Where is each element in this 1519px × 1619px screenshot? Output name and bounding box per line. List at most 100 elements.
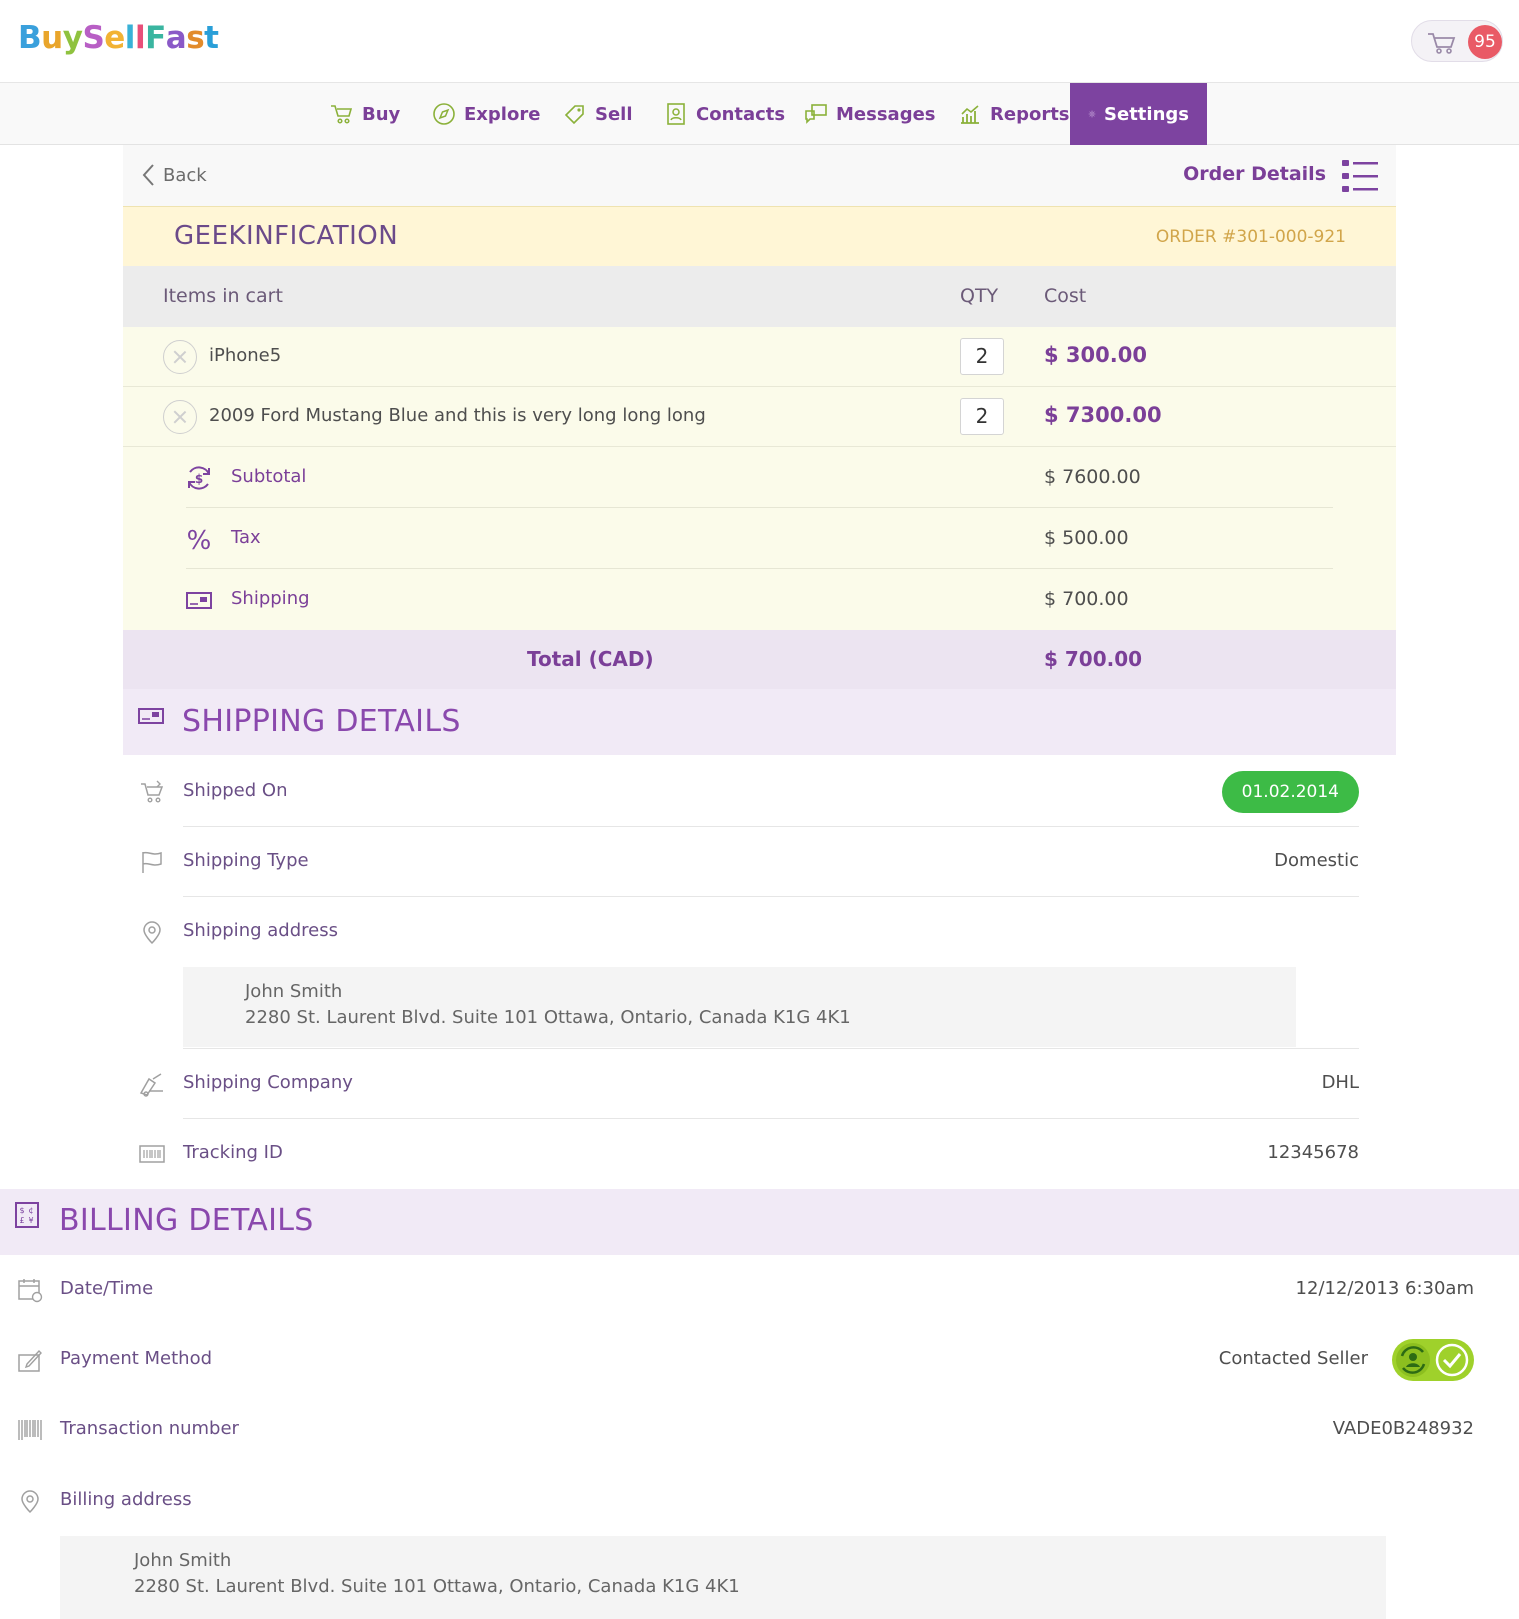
barcode-icon xyxy=(18,1420,42,1440)
location-pin-icon xyxy=(143,921,161,945)
tax-label: Tax xyxy=(231,527,261,548)
nav-item-buy[interactable]: Buy xyxy=(312,83,418,145)
app-header: BuySellFast 95 xyxy=(0,0,1519,83)
billing-address-label: Billing address xyxy=(60,1489,192,1510)
shipping-address-line: 2280 St. Laurent Blvd. Suite 101 Ottawa,… xyxy=(245,1007,851,1028)
page-title: Order Details xyxy=(1183,163,1326,185)
messages-icon xyxy=(805,104,827,124)
payment-status-toggle[interactable] xyxy=(1392,1339,1474,1381)
shipping-company-value: DHL xyxy=(1321,1072,1359,1093)
shipping-card-icon xyxy=(138,708,164,724)
cart-count-badge: 95 xyxy=(1468,25,1502,59)
brand-logo[interactable]: BuySellFast xyxy=(18,20,219,56)
cart-button[interactable]: 95 xyxy=(1411,20,1503,62)
nav-label: Reports xyxy=(990,103,1070,125)
shipping-address-name: John Smith xyxy=(245,981,343,1002)
subtotal-row: $ Subtotal $ 7600.00 xyxy=(123,447,1396,508)
tracking-id-value: 12345678 xyxy=(1267,1142,1359,1163)
back-button[interactable]: Back xyxy=(141,163,207,187)
list-icon[interactable] xyxy=(1342,159,1378,193)
shipping-type-value: Domestic xyxy=(1274,850,1359,871)
datetime-value: 12/12/2013 6:30am xyxy=(1295,1278,1474,1299)
datetime-label: Date/Time xyxy=(60,1278,154,1299)
shipping-address-label: Shipping address xyxy=(183,920,338,941)
currency-icon: $ ¢ £ ¥ xyxy=(15,1202,39,1228)
nav-item-sell[interactable]: Sell xyxy=(545,83,651,145)
total-row: Total (CAD) $ 700.00 xyxy=(123,630,1396,689)
total-value: $ 700.00 xyxy=(1044,647,1143,671)
nav-label: Buy xyxy=(362,103,401,125)
cart-icon xyxy=(1428,33,1456,54)
nav-item-settings[interactable]: Settings xyxy=(1070,83,1207,145)
section-title: BILLING DETAILS xyxy=(59,1203,314,1238)
reports-icon xyxy=(961,105,979,124)
shipping-details-header: SHIPPING DETAILS xyxy=(123,689,1396,755)
cost-header: Cost xyxy=(1044,285,1087,307)
shipping-address-row: Shipping address John Smith 2280 St. Lau… xyxy=(123,897,1359,1049)
shipped-on-label: Shipped On xyxy=(183,780,288,801)
quantity-field[interactable]: 2 xyxy=(960,338,1004,375)
billing-address-box: John Smith 2280 St. Laurent Blvd. Suite … xyxy=(60,1536,1386,1619)
billing-address-line: 2280 St. Laurent Blvd. Suite 101 Ottawa,… xyxy=(134,1576,740,1597)
transaction-value: VADE0B248932 xyxy=(1332,1418,1474,1439)
svg-text:¥: ¥ xyxy=(28,1216,33,1225)
shipping-type-row: Shipping Type Domestic xyxy=(123,827,1359,897)
shipping-company-label: Shipping Company xyxy=(183,1072,353,1093)
remove-item-button[interactable] xyxy=(163,340,197,374)
nav-label: Settings xyxy=(1104,103,1189,125)
nav-label: Messages xyxy=(836,103,936,125)
order-number: ORDER #301-000-921 xyxy=(1155,227,1346,247)
transaction-number-row: Transaction number VADE0B248932 xyxy=(0,1395,1474,1465)
nav-item-explore[interactable]: Explore xyxy=(414,83,558,145)
svg-text:%: % xyxy=(187,526,212,553)
shipping-company-row: Shipping Company DHL xyxy=(123,1049,1359,1119)
tracking-id-row: Tracking ID 12345678 xyxy=(123,1119,1359,1189)
subtotal-value: $ 7600.00 xyxy=(1044,466,1141,488)
item-cost: $ 300.00 xyxy=(1044,343,1147,367)
nav-label: Sell xyxy=(595,103,633,125)
shipping-row: Shipping $ 700.00 xyxy=(123,569,1396,630)
svg-text:$: $ xyxy=(19,1206,24,1215)
location-pin-icon xyxy=(21,1490,39,1514)
tracking-id-label: Tracking ID xyxy=(183,1142,283,1163)
billing-datetime-row: Date/Time 12/12/2013 6:30am xyxy=(0,1255,1474,1325)
nav-label: Explore xyxy=(464,103,541,125)
subtotal-label: Subtotal xyxy=(231,466,307,487)
item-name: 2009 Ford Mustang Blue and this is very … xyxy=(209,405,706,426)
cart-table-header: Items in cart QTY Cost xyxy=(123,266,1396,327)
remove-item-button[interactable] xyxy=(163,400,197,434)
qty-header: QTY xyxy=(960,285,999,307)
edit-document-icon xyxy=(18,1349,42,1372)
nav-item-contacts[interactable]: Contacts xyxy=(646,83,803,145)
billing-address-name: John Smith xyxy=(134,1550,232,1571)
tax-row: % Tax $ 500.00 xyxy=(123,508,1396,569)
flag-icon xyxy=(142,851,162,873)
tax-value: $ 500.00 xyxy=(1044,527,1129,549)
payment-method-label: Payment Method xyxy=(60,1348,213,1369)
items-header: Items in cart xyxy=(163,285,283,307)
item-cost: $ 7300.00 xyxy=(1044,403,1162,427)
calendar-icon xyxy=(18,1279,43,1303)
item-name: iPhone5 xyxy=(209,345,282,366)
back-label: Back xyxy=(163,164,207,186)
nav-item-messages[interactable]: Messages xyxy=(786,83,954,145)
quantity-field[interactable]: 2 xyxy=(960,398,1004,435)
transaction-label: Transaction number xyxy=(60,1418,239,1439)
svg-text:£: £ xyxy=(19,1216,24,1225)
total-label: Total (CAD) xyxy=(527,647,654,671)
table-row: 2009 Ford Mustang Blue and this is very … xyxy=(123,387,1396,447)
table-row: iPhone5 2 $ 300.00 xyxy=(123,327,1396,387)
cart-icon xyxy=(331,105,353,124)
shipped-on-date-badge: 01.02.2014 xyxy=(1221,771,1359,813)
compass-icon xyxy=(433,103,455,125)
barcode-icon xyxy=(139,1145,165,1163)
chevron-left-icon xyxy=(142,164,154,186)
shipping-value: $ 700.00 xyxy=(1044,588,1129,610)
checkmark-icon xyxy=(1435,1343,1469,1377)
contact-sync-icon xyxy=(1396,1343,1430,1377)
nav-item-reports[interactable]: Reports xyxy=(940,83,1088,145)
tag-icon xyxy=(564,105,584,125)
svg-text:¢: ¢ xyxy=(28,1206,33,1215)
shipping-label: Shipping xyxy=(231,588,310,609)
contacts-icon xyxy=(667,103,685,125)
